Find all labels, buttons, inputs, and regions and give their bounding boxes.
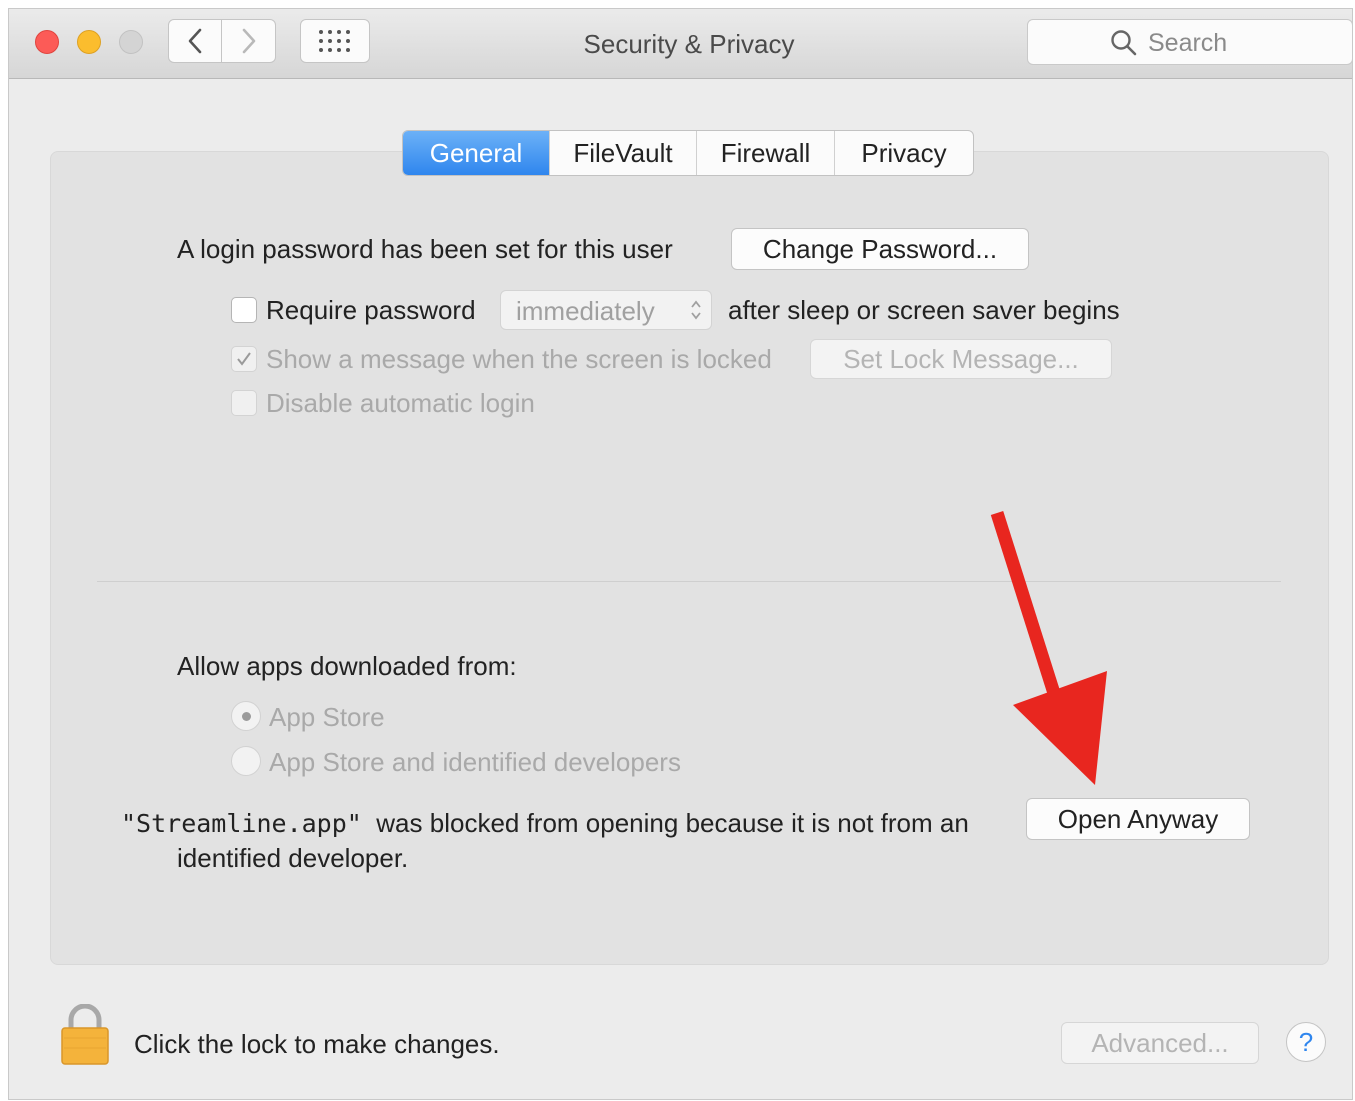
disable-auto-login-label: Disable automatic login (266, 388, 535, 418)
radio-app-store-label: App Store (269, 702, 385, 732)
red-arrow-icon (990, 511, 1107, 785)
search-field[interactable] (1027, 19, 1352, 65)
disable-auto-login-checkbox[interactable] (231, 390, 257, 416)
radio-identified-developers[interactable] (231, 746, 261, 776)
advanced-button[interactable]: Advanced... (1061, 1022, 1259, 1064)
require-password-delay-value: immediately (516, 296, 655, 326)
set-lock-message-button[interactable]: Set Lock Message... (810, 339, 1112, 379)
require-password-delay-select[interactable]: immediately (500, 290, 712, 330)
blocked-message-text: was blocked from opening because it is n… (376, 808, 969, 838)
search-input[interactable] (1146, 26, 1340, 60)
blocked-message-line-2: identified developer. (177, 843, 409, 873)
show-message-checkbox[interactable] (231, 346, 257, 372)
show-message-label: Show a message when the screen is locked (266, 344, 772, 374)
tab-general[interactable]: General (403, 131, 549, 175)
tab-firewall[interactable]: Firewall (696, 131, 834, 175)
radio-selected-dot (241, 711, 251, 721)
title-bar: Security & Privacy (9, 9, 1352, 79)
require-password-checkbox[interactable] (231, 297, 257, 323)
change-password-button[interactable]: Change Password... (731, 228, 1029, 270)
radio-app-store[interactable] (231, 701, 261, 731)
help-button[interactable]: ? (1286, 1022, 1326, 1062)
radio-identified-developers-label: App Store and identified developers (269, 747, 681, 777)
tab-privacy[interactable]: Privacy (834, 131, 973, 175)
allow-apps-heading: Allow apps downloaded from: (177, 651, 517, 681)
preferences-window: Security & Privacy General FileVault Fir… (8, 8, 1353, 1100)
search-icon (1111, 30, 1137, 56)
login-password-text: A login password has been set for this u… (177, 234, 673, 264)
open-anyway-button[interactable]: Open Anyway (1026, 798, 1250, 840)
stepper-chevron-icon (691, 300, 701, 320)
after-sleep-text: after sleep or screen saver begins (728, 295, 1120, 325)
blocked-app-name: "Streamline.app" (121, 809, 362, 838)
tab-filevault[interactable]: FileVault (549, 131, 696, 175)
checkmark-icon (237, 352, 251, 366)
tab-bar: General FileVault Firewall Privacy (402, 130, 974, 176)
lock-icon[interactable] (59, 1004, 111, 1066)
require-password-label: Require password (266, 295, 476, 325)
blocked-message-line-1: "Streamline.app" was blocked from openin… (121, 808, 969, 839)
lock-instructions: Click the lock to make changes. (134, 1029, 500, 1059)
